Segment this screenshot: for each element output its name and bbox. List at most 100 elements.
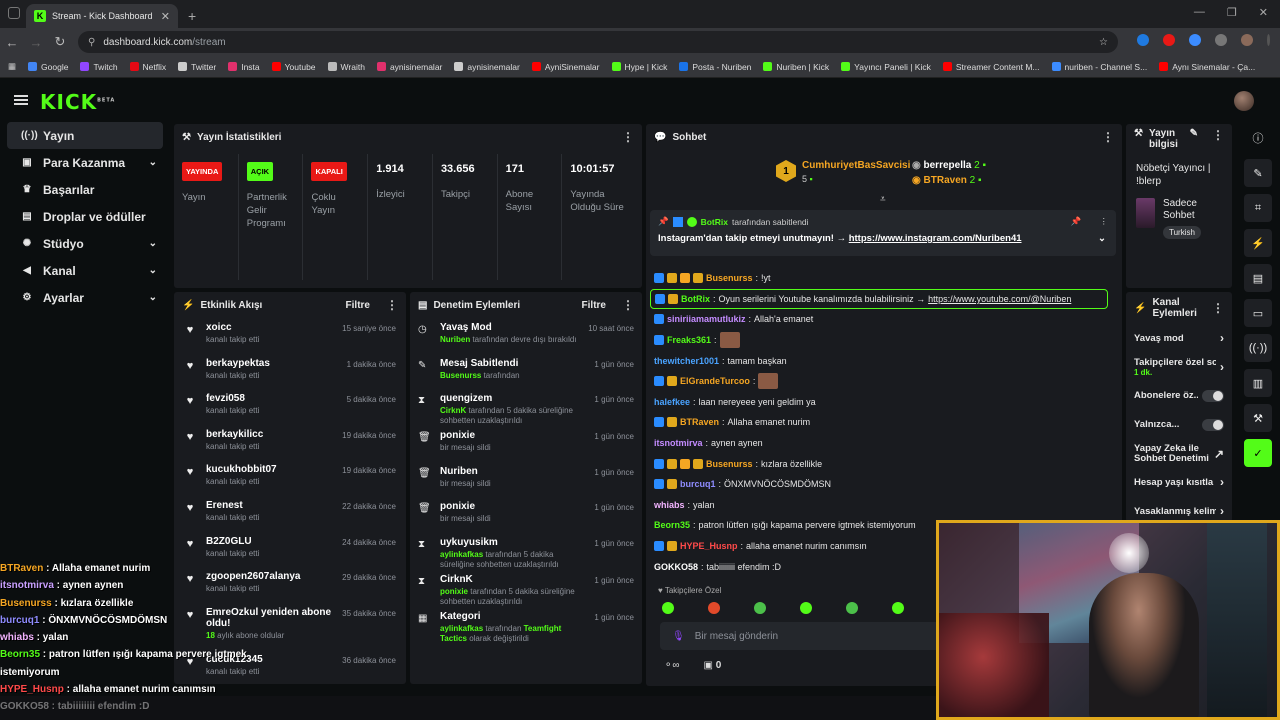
chevron-right-icon[interactable]: › — [1220, 475, 1224, 489]
chat-settings-icon[interactable]: ⚬∞ — [664, 660, 680, 671]
more-options-icon[interactable]: ⋮ — [1212, 301, 1224, 315]
bookmark-item[interactable]: Wraith — [327, 62, 365, 72]
collapse-icon[interactable]: ⩡ — [880, 194, 886, 205]
bookmark-item[interactable]: Hype | Kick — [611, 62, 667, 72]
filter-button[interactable]: Filtre — [582, 300, 606, 311]
bolt-icon[interactable]: ⚡ — [1244, 229, 1272, 257]
points-display[interactable]: ▣ 0 — [704, 660, 722, 671]
pin-icon[interactable]: 📌 — [1071, 216, 1082, 227]
top-chatter-name[interactable]: ◉ berrepella 2 ▪ — [912, 160, 986, 171]
sidebar-item[interactable]: ((·)) Yayın — [7, 122, 163, 149]
forward-icon[interactable]: → — [24, 35, 48, 50]
bookmark-item[interactable]: Insta — [228, 62, 260, 72]
broadcast-icon[interactable]: ((·)) — [1244, 334, 1272, 362]
channel-action[interactable]: Yalnızca... — [1126, 410, 1232, 439]
chat-username[interactable]: whiabs — [654, 500, 685, 510]
minimize-icon[interactable]: — — [1194, 6, 1205, 19]
bookmark-item[interactable]: Twitter — [178, 62, 216, 72]
chevron-down-icon[interactable]: ⌄ — [1098, 233, 1106, 244]
sidebar-item[interactable]: ◀ Kanal ⌄ — [7, 257, 163, 284]
chat-username[interactable]: ElGrandeTurcoo — [680, 376, 750, 386]
channel-action[interactable]: Takipçilere özel so 1 dk. › — [1126, 353, 1232, 382]
extension-icon[interactable] — [1163, 34, 1175, 46]
url-field[interactable]: ⚲ dashboard.kick.com/stream ☆ — [78, 31, 1118, 53]
activity-user[interactable]: B2Z0GLU — [206, 536, 332, 547]
sidebar-item[interactable]: ▣ Para Kazanma ⌄ — [7, 149, 163, 176]
chevron-down-icon[interactable]: ⌄ — [149, 238, 157, 249]
chevron-right-icon[interactable]: › — [1220, 504, 1224, 518]
bookmark-item[interactable]: aynisinemalar — [454, 62, 520, 72]
activity-user[interactable]: kucukhobbit07 — [206, 464, 332, 475]
emote-icon[interactable] — [892, 602, 904, 614]
bookmark-item[interactable]: Aynı Sinemalar - Ça... — [1159, 62, 1255, 72]
document-icon[interactable]: ▤ — [1244, 264, 1272, 292]
chevron-right-icon[interactable]: › — [1220, 331, 1224, 345]
pinned-link[interactable]: https://www.instagram.com/Nuriben41 — [849, 233, 1022, 244]
close-window-icon[interactable]: ✕ — [1259, 6, 1268, 19]
audit-actor[interactable]: Nuriben — [440, 335, 470, 344]
edit-icon[interactable]: ✎ — [1244, 159, 1272, 187]
chat-input[interactable]: 🎙 Bir mesaj gönderin — [660, 622, 960, 650]
new-tab-icon[interactable]: + — [188, 4, 196, 28]
activity-user[interactable]: xoicc — [206, 322, 332, 333]
chat-username[interactable]: Busenurss — [706, 273, 753, 283]
top-chatter-name[interactable]: CumhuriyetBasSavcisi — [802, 160, 910, 171]
more-options-icon[interactable]: ⋮ — [1100, 216, 1109, 227]
chat-username[interactable]: thewitcher1001 — [654, 356, 719, 366]
chevron-down-icon[interactable]: ⌄ — [149, 265, 157, 276]
more-options-icon[interactable]: ⋮ — [386, 298, 398, 312]
bookmark-item[interactable]: Google — [28, 62, 68, 72]
user-avatar[interactable] — [1234, 91, 1254, 111]
bookmark-item[interactable]: Netflix — [129, 62, 166, 72]
profile-avatar[interactable] — [1241, 34, 1253, 46]
activity-user[interactable]: fevzi058 — [206, 393, 337, 404]
kick-logo[interactable]: KICKBETA — [40, 90, 115, 114]
toggle-switch[interactable] — [1202, 418, 1224, 431]
chat-username[interactable]: BotRix — [681, 294, 710, 304]
bookmark-item[interactable]: Yayıncı Paneli | Kick — [841, 62, 931, 72]
chat-icon[interactable]: ▭ — [1244, 299, 1272, 327]
chat-username[interactable]: GOKKO58 — [654, 562, 698, 572]
info-icon[interactable]: ⓘ — [1244, 124, 1272, 152]
bookmark-star-icon[interactable]: ☆ — [1099, 37, 1108, 48]
tab-search-icon[interactable] — [8, 7, 20, 19]
bookmark-item[interactable]: AyniSinemalar — [531, 62, 600, 72]
audit-actor[interactable]: CirknK — [440, 406, 466, 415]
external-link-icon[interactable]: ↗ — [1214, 447, 1224, 461]
site-info-icon[interactable]: ⚲ — [88, 37, 95, 48]
chevron-down-icon[interactable]: ⌄ — [149, 292, 157, 303]
more-options-icon[interactable]: ⋮ — [1212, 128, 1224, 142]
activity-user[interactable]: berkaypektas — [206, 358, 337, 369]
more-options-icon[interactable]: ⋮ — [622, 130, 634, 144]
extensions-puzzle-icon[interactable] — [1215, 34, 1227, 46]
maximize-icon[interactable]: ❐ — [1227, 6, 1237, 19]
channel-action[interactable]: Yapay Zeka ile Sohbet Denetimi ↗ — [1126, 439, 1232, 468]
bookmark-item[interactable]: Posta - Nuriben — [679, 62, 751, 72]
bookmark-item[interactable]: Streamer Content M... — [942, 62, 1040, 72]
chat-username[interactable]: BTRaven — [680, 417, 719, 427]
back-icon[interactable]: ← — [0, 35, 24, 50]
more-options-icon[interactable]: ⋮ — [622, 298, 634, 312]
chat-username[interactable]: Busenurss — [706, 459, 753, 469]
channel-action[interactable]: Abonelere öz... — [1126, 382, 1232, 411]
extension-icon[interactable] — [1189, 34, 1201, 46]
clip-icon[interactable]: ⌗ — [1244, 194, 1272, 222]
sidebar-item[interactable]: ⚙ Ayarlar ⌄ — [7, 284, 163, 311]
filter-button[interactable]: Filtre — [346, 300, 370, 311]
tools-icon[interactable]: ⚒ — [1244, 404, 1272, 432]
bookmark-item[interactable]: nuriben - Channel S... — [1051, 62, 1147, 72]
chevron-down-icon[interactable]: ⌄ — [149, 157, 157, 168]
chat-link[interactable]: https://www.youtube.com/@Nuriben — [928, 294, 1071, 304]
chat-username[interactable]: Freaks361 — [667, 335, 711, 345]
bookmark-item[interactable]: Twitch — [80, 62, 118, 72]
emote-icon[interactable] — [800, 602, 812, 614]
sidebar-item[interactable]: ✺ Stüdyo ⌄ — [7, 230, 163, 257]
bookmark-item[interactable]: Youtube — [271, 62, 316, 72]
activity-user[interactable]: Erenest — [206, 500, 332, 511]
menu-hamburger-icon[interactable] — [14, 95, 28, 105]
browser-menu-icon[interactable] — [1267, 34, 1270, 46]
bookmark-item[interactable]: aynisinemalar — [376, 62, 442, 72]
chat-username[interactable]: halefkee — [654, 397, 690, 407]
reload-icon[interactable]: ↻ — [48, 34, 72, 50]
audit-actor[interactable]: Busenurss — [440, 371, 481, 380]
